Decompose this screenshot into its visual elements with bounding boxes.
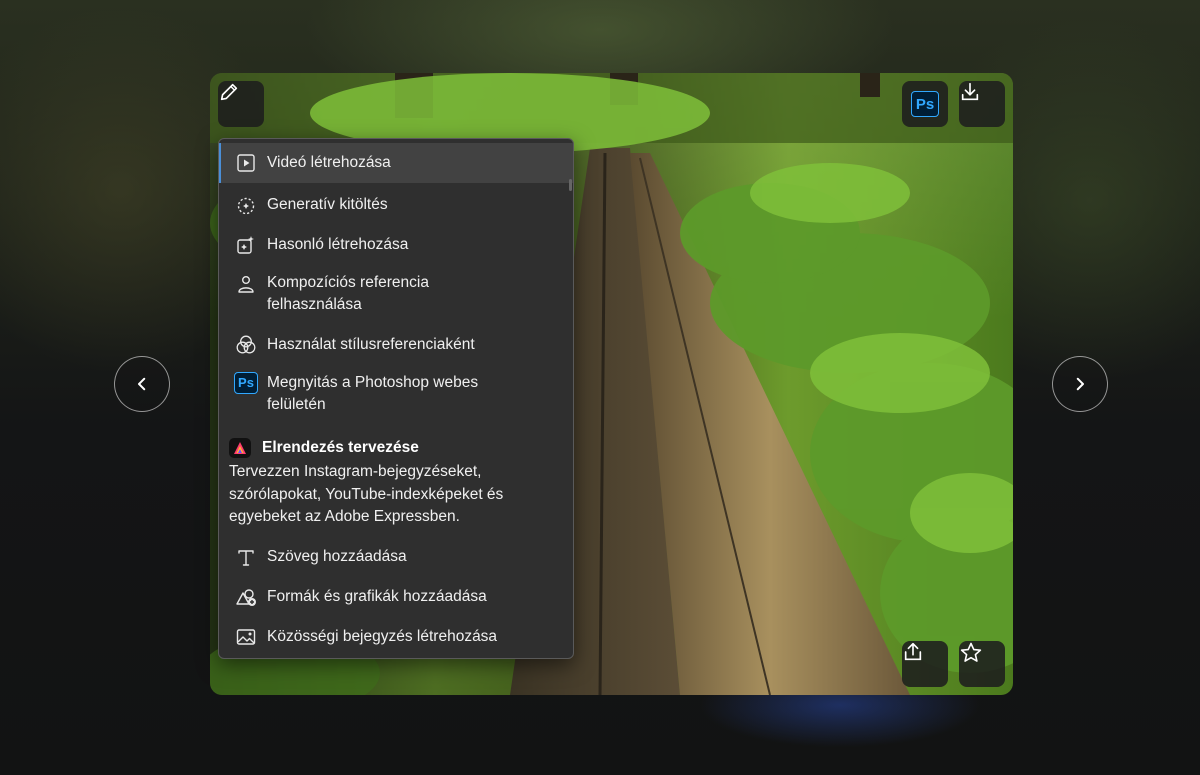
shapes-icon bbox=[233, 586, 259, 608]
next-image-button[interactable] bbox=[1052, 356, 1108, 412]
composition-reference-icon bbox=[233, 273, 259, 295]
edit-actions-menu: Videó létrehozása Generatív kitöltés Has… bbox=[218, 138, 574, 659]
generative-fill-icon bbox=[233, 194, 259, 216]
play-icon bbox=[233, 152, 259, 174]
star-icon bbox=[960, 642, 982, 662]
text-icon bbox=[233, 546, 259, 568]
menu-item-generate-similar[interactable]: Hasonló létrehozása bbox=[219, 234, 573, 256]
adobe-express-icon bbox=[229, 438, 251, 458]
menu-item-label: Hasonló létrehozása bbox=[267, 236, 409, 253]
share-button[interactable] bbox=[902, 641, 948, 687]
previous-image-button[interactable] bbox=[114, 356, 170, 412]
favorite-button[interactable] bbox=[959, 641, 1005, 687]
chevron-left-icon bbox=[138, 377, 146, 391]
menu-item-create-video[interactable]: Videó létrehozása bbox=[219, 143, 573, 183]
style-reference-icon bbox=[233, 334, 259, 356]
open-in-photoshop-button[interactable]: Ps bbox=[902, 81, 948, 127]
image-icon bbox=[233, 626, 259, 648]
menu-item-label: Használat stílusreferenciaként bbox=[267, 336, 475, 353]
menu-item-composition-reference[interactable]: Kompozíciós referencia felhasználása bbox=[219, 272, 559, 316]
menu-item-create-social-post[interactable]: Közösségi bejegyzés létrehozása bbox=[219, 626, 573, 648]
generate-similar-icon bbox=[233, 234, 259, 256]
photoshop-icon: Ps bbox=[233, 372, 259, 394]
menu-scrollbar[interactable] bbox=[568, 139, 573, 658]
menu-item-label: Szöveg hozzáadása bbox=[267, 548, 407, 565]
menu-item-generative-fill[interactable]: Generatív kitöltés bbox=[219, 194, 573, 216]
menu-item-add-shapes[interactable]: Formák és grafikák hozzáadása bbox=[219, 586, 573, 608]
menu-item-label: Megnyitás a Photoshop webes felületén bbox=[267, 374, 479, 413]
edit-button[interactable] bbox=[218, 81, 264, 127]
chevron-right-icon bbox=[1076, 377, 1084, 391]
download-button[interactable] bbox=[959, 81, 1005, 127]
pencil-icon bbox=[220, 83, 238, 101]
download-icon bbox=[961, 82, 979, 101]
share-icon bbox=[904, 642, 922, 661]
menu-item-open-photoshop-web[interactable]: Ps Megnyitás a Photoshop webes felületén bbox=[219, 372, 559, 416]
menu-item-label: Generatív kitöltés bbox=[267, 196, 388, 213]
express-section-description: Tervezzen Instagram-bejegyzéseket, szóró… bbox=[229, 463, 504, 525]
menu-item-add-text[interactable]: Szöveg hozzáadása bbox=[219, 546, 573, 568]
menu-item-label: Formák és grafikák hozzáadása bbox=[267, 588, 487, 605]
menu-item-label: Közösségi bejegyzés létrehozása bbox=[267, 628, 498, 645]
menu-item-style-reference[interactable]: Használat stílusreferenciaként bbox=[219, 334, 573, 356]
express-section-title: Elrendezés tervezése bbox=[229, 437, 559, 459]
menu-item-label: Kompozíciós referencia felhasználása bbox=[267, 274, 429, 313]
photoshop-icon: Ps bbox=[911, 91, 939, 117]
adobe-express-section: Elrendezés tervezése Tervezzen Instagram… bbox=[229, 437, 559, 529]
menu-scrollbar-thumb[interactable] bbox=[569, 179, 572, 191]
menu-item-label: Videó létrehozása bbox=[267, 154, 391, 171]
